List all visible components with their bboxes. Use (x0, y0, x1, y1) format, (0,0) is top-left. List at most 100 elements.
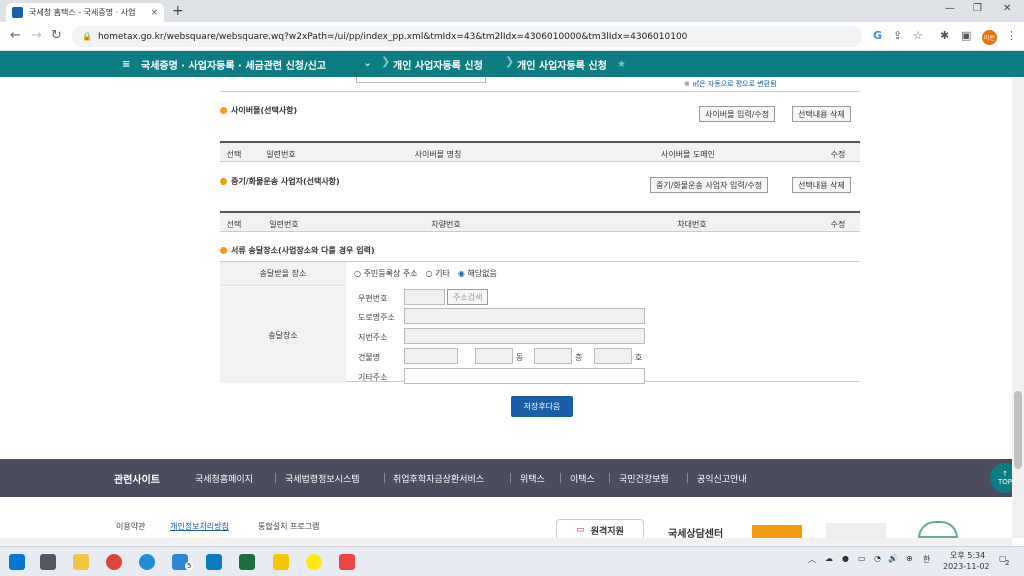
bullet-icon (220, 107, 227, 114)
google-translate-icon[interactable]: G (873, 29, 882, 42)
breadcrumb-level3[interactable]: 개인 사업자등록 신청 (517, 51, 607, 77)
call-number-logo (752, 525, 802, 538)
share-icon[interactable]: ⇪ (893, 29, 902, 42)
divider (560, 473, 561, 483)
cargo-section-title: 중기/화물운송 사업자(선택사항) (220, 176, 340, 187)
road-address-label: 도로명주소 (358, 313, 395, 322)
privacy-link[interactable]: 개인정보처리방침 (170, 521, 229, 532)
delivery-section-title: 서류 송달장소(사업장소와 다를 경우 입력) (220, 245, 375, 256)
scrollbar-thumb[interactable] (1014, 391, 1022, 469)
kakao-tray-icon[interactable]: ● (842, 554, 849, 563)
horizontal-scrollbar[interactable] (0, 538, 1012, 546)
cyber-mall-delete-button[interactable]: 선택내용 삭제 (792, 106, 851, 122)
app-badge: 5 (185, 562, 194, 570)
footer-link[interactable]: 공익신고안내 (697, 472, 747, 485)
install-program-link[interactable]: 통합설치 프로그램 (258, 521, 319, 532)
vertical-scrollbar[interactable] (1012, 77, 1024, 538)
minimize-icon[interactable]: — (945, 3, 955, 14)
task-view-icon[interactable] (40, 554, 56, 570)
lot-address-input[interactable] (404, 328, 645, 344)
kakaotalk-icon[interactable] (306, 554, 322, 570)
breadcrumb-level2[interactable]: 개인 사업자등록 신청 (393, 51, 483, 77)
building-input[interactable] (404, 348, 458, 364)
footer-link[interactable]: 위택스 (520, 472, 545, 485)
delivery-address-form: 송달받을 장소 ○ 주민등록상 주소 ○ 기타 ◉ 해당없음 송달장소 우편번호… (220, 261, 860, 384)
side-panel-icon[interactable]: ▣ (961, 29, 971, 42)
site-breadcrumb-bar: ≡ 국세증명 · 사업자등록 · 세금관련 신청/신고 ⌄ ❯ 개인 사업자등록… (0, 51, 1024, 77)
etc-address-input[interactable] (404, 368, 645, 384)
radio-not-applicable[interactable]: ◉ 해당없음 (458, 268, 497, 279)
delivery-place-label: 송달받을 장소 (220, 262, 346, 286)
lot-address-label: 지번주소 (358, 333, 388, 342)
tab-title: 국세청 홈택스 - 국세증명 · 사업 (29, 8, 136, 17)
hometax-app-icon[interactable] (339, 554, 355, 570)
browser-tab[interactable]: 국세청 홈택스 - 국세증명 · 사업 × (6, 3, 164, 22)
monitor-icon: ▭ (576, 525, 585, 535)
window-close-icon[interactable]: ✕ (1003, 3, 1011, 14)
bookmark-star-icon[interactable]: ☆ (913, 29, 923, 42)
menu-icon[interactable]: ≡ (122, 51, 130, 77)
windows-start-icon[interactable] (9, 554, 25, 570)
battery-icon[interactable]: ▭ (858, 554, 866, 563)
zip-input[interactable] (404, 289, 445, 305)
new-tab-button[interactable]: + (172, 3, 184, 19)
cargo-edit-button[interactable]: 중기/화물운송 사업자 입력/수정 (650, 177, 769, 193)
lock-icon: 🔒 (82, 32, 92, 41)
cyber-mall-edit-button[interactable]: 사이버몰 입력/수정 (699, 106, 776, 122)
address-bar[interactable]: 🔒 hometax.go.kr/websquare/websquare.wq?w… (72, 26, 862, 47)
footer-link[interactable]: 국민건강보험 (619, 472, 669, 485)
breadcrumb-level1[interactable]: 국세증명 · 사업자등록 · 세금관련 신청/신고 (141, 51, 326, 77)
terms-link[interactable]: 이용약관 (116, 521, 145, 532)
radio-resident-address[interactable]: ○ 주민등록상 주소 (354, 268, 418, 279)
divider (384, 473, 385, 483)
footer-link[interactable]: 취업후학자금상환서비스 (393, 472, 484, 485)
ho-input[interactable] (594, 348, 632, 364)
wifi-icon[interactable]: ◔ (874, 554, 881, 563)
tray-expand-icon[interactable]: ︿ (808, 554, 816, 565)
col-mall-domain: 사이버몰 도메인 (660, 150, 716, 159)
cloud-icon[interactable]: ☁ (825, 554, 833, 563)
ho-label: 호 (635, 353, 643, 362)
save-and-next-button[interactable]: 저장후다음 (511, 396, 573, 417)
favorite-star-icon[interactable]: ★ (617, 51, 626, 77)
dong-input[interactable] (475, 348, 513, 364)
maximize-icon[interactable]: ❐ (973, 3, 982, 14)
floor-input[interactable] (534, 348, 572, 364)
volume-icon[interactable]: 🔊 (888, 554, 898, 563)
cargo-delete-button[interactable]: 선택내용 삭제 (792, 177, 851, 193)
road-address-input[interactable] (404, 308, 645, 324)
clock-date[interactable]: 2023-11-02 (943, 562, 990, 571)
chevron-down-icon[interactable]: ⌄ (363, 56, 372, 69)
col-serial: 일련번호 (266, 150, 296, 159)
reload-icon[interactable]: ↻ (51, 28, 62, 43)
ime-indicator[interactable]: 한 (923, 554, 930, 565)
zip-label: 우편번호 (358, 294, 388, 303)
footer-link[interactable]: 국세법령정보시스템 (285, 472, 360, 485)
col-edit: 수정 (830, 150, 846, 159)
back-icon[interactable]: ← (10, 28, 21, 43)
forward-icon[interactable]: → (31, 28, 42, 43)
certification-logo (918, 521, 958, 538)
footer-link[interactable]: 이택스 (570, 472, 595, 485)
globe-icon[interactable]: ⊕ (906, 554, 913, 563)
note-app-icon[interactable] (273, 554, 289, 570)
window-app-icon[interactable] (206, 554, 222, 570)
profile-avatar[interactable]: 미린 (982, 30, 997, 45)
clock-time[interactable]: 오후 5:34 (950, 550, 985, 561)
col-edit: 수정 (830, 220, 846, 229)
hometax-favicon-icon (12, 7, 23, 18)
address-search-button[interactable]: 주소검색 (447, 289, 489, 305)
chrome-icon[interactable] (106, 554, 122, 570)
chrome-menu-icon[interactable]: ⋮ (1006, 29, 1017, 42)
col-serial: 일련번호 (269, 220, 299, 229)
radio-other[interactable]: ○ 기타 (426, 268, 450, 279)
excel-icon[interactable] (239, 554, 255, 570)
floor-label: 층 (575, 353, 583, 362)
delivery-place-radios: ○ 주민등록상 주소 ○ 기타 ◉ 해당없음 (354, 268, 497, 279)
edge-icon[interactable] (139, 554, 155, 570)
area-input[interactable] (356, 77, 486, 83)
tab-close-icon[interactable]: × (150, 8, 158, 18)
footer-link[interactable]: 국세청홈페이지 (195, 472, 253, 485)
extensions-icon[interactable]: ✱ (940, 29, 949, 42)
file-explorer-icon[interactable] (73, 554, 89, 570)
